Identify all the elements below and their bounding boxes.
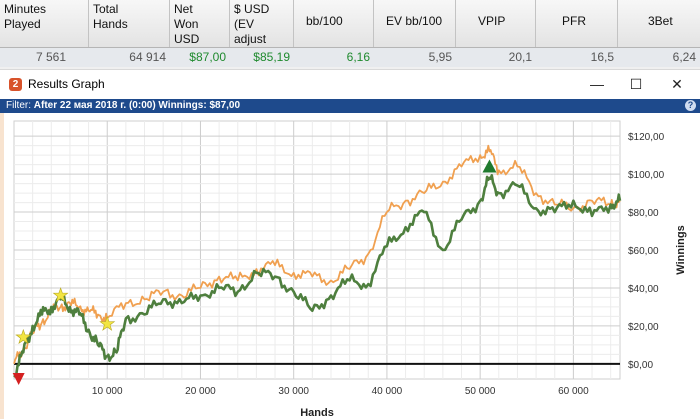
col-bb100[interactable]: bb/100 [294,0,374,47]
close-button[interactable]: ✕ [662,74,692,94]
x-tick-label: 10 000 [92,386,123,397]
col-total-hands[interactable]: Total Hands [89,0,170,47]
chart-grid [13,120,621,380]
y-tick-label: $20,00 [628,322,659,333]
filter-label: Filter: [6,100,31,111]
col-minutes-played[interactable]: Minutes Played [0,0,89,47]
value-net-won: $87,00 [189,50,226,64]
results-chart: 10 000 20 000 30 000 40 000 50 000 60 000 $0,0… [12,120,687,419]
stats-table: Minutes Played Total Hands Net Won USD $… [0,0,700,67]
window-title: Results Graph [28,77,105,91]
col-vpip[interactable]: VPIP [456,0,536,47]
y-tick-label: $100,00 [628,170,665,181]
filter-bar: Filter: After 22 мая 2018 г. (0:00) Winn… [0,99,700,113]
y-tick-label: $40,00 [628,284,659,295]
stats-data-row[interactable]: 7 561 64 914 $87,00 $85,19 6,16 5,95 20,… [0,48,700,67]
value-ev-adjusted: $85,19 [253,50,290,64]
value-3bet: 6,24 [672,50,696,64]
col-3bet[interactable]: 3Bet [618,0,700,47]
maximize-button[interactable]: ☐ [621,74,651,94]
value-minutes-played: 7 561 [35,50,66,64]
x-tick-label: 20 000 [185,386,216,397]
value-pfr: 16,5 [590,50,614,64]
value-ev-bb100: 5,95 [428,50,452,64]
results-graph-window: 2 Results Graph — ☐ ✕ Filter: After 22 м… [0,69,700,419]
y-axis-label: Winnings [675,225,687,274]
x-tick-label: 50 000 [465,386,496,397]
minimize-button[interactable]: — [582,74,612,94]
app-icon: 2 [9,78,22,91]
x-tick-label: 60 000 [558,386,589,397]
y-tick-label: $0,00 [628,360,653,371]
window-titlebar[interactable]: 2 Results Graph — ☐ ✕ [0,70,700,99]
x-axis-label: Hands [300,407,334,419]
y-tick-label: $60,00 [628,246,659,257]
filter-text: After 22 мая 2018 г. (0:00) Winnings: $8… [33,100,241,111]
x-tick-label: 40 000 [372,386,403,397]
col-ev-bb100[interactable]: EV bb/100 [374,0,456,47]
x-tick-label: 30 000 [278,386,309,397]
y-tick-label: $80,00 [628,208,659,219]
col-pfr[interactable]: PFR [536,0,618,47]
value-total-hands: 64 914 [129,50,166,64]
value-bb100: 6,16 [346,50,370,64]
help-icon[interactable]: ? [685,100,696,111]
y-tick-label: $120,00 [628,132,665,143]
col-net-won[interactable]: Net Won USD [170,0,230,47]
col-ev-adjusted[interactable]: $ USD (EV adjust [230,0,294,47]
stats-header-row: Minutes Played Total Hands Net Won USD $… [0,0,700,48]
value-vpip: 20,1 [508,50,532,64]
